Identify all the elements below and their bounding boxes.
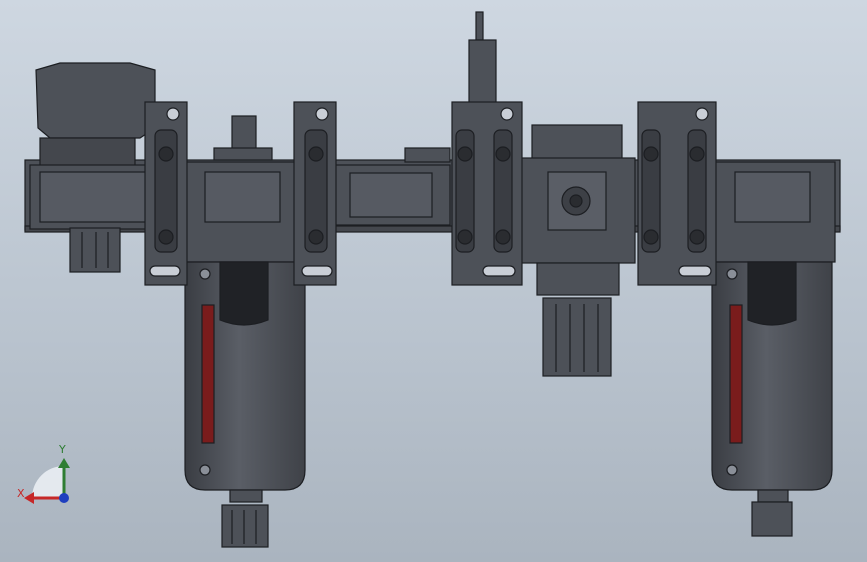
- filter-2-sight-glass: [729, 304, 743, 444]
- filter-1-sight-glass: [201, 304, 215, 444]
- clamp-bracket-4[interactable]: [637, 101, 717, 286]
- solenoid-port-face: [39, 171, 149, 223]
- clamp-bracket-2[interactable]: [293, 101, 337, 286]
- solenoid-connector: [39, 137, 136, 167]
- filter-2-drain-plug[interactable]: [751, 501, 793, 537]
- y-axis-label: Y: [59, 443, 66, 456]
- spacer-top-tab: [404, 147, 451, 163]
- filter-1-drain-knob[interactable]: [221, 504, 269, 548]
- filter-2-screw-bottom: [726, 464, 738, 476]
- x-axis-label: X: [17, 487, 25, 500]
- regulator-gauge-hole: [569, 194, 583, 208]
- regulator-neck: [536, 262, 620, 296]
- filter-1-screw-bottom: [199, 464, 211, 476]
- frl-unit-model[interactable]: [0, 0, 867, 562]
- graphics-viewport[interactable]: X Y: [0, 0, 867, 562]
- clamp-bracket-3[interactable]: [451, 101, 523, 286]
- pressure-pin-tip: [475, 11, 484, 41]
- filter-2-head-face: [734, 171, 811, 223]
- clamp-bracket-1[interactable]: [144, 101, 188, 286]
- filter-1-drain-neck: [229, 489, 263, 503]
- filter-2-screw-top: [726, 268, 738, 280]
- solenoid-fitting: [69, 227, 121, 273]
- filter-1-bowl-window: [219, 261, 269, 326]
- filter-2-bowl-window: [747, 261, 797, 326]
- spacer-window: [349, 172, 433, 218]
- filter-1-head-face: [204, 171, 281, 223]
- filter-2-drain-neck: [757, 489, 789, 503]
- regulator-adjust-knob[interactable]: [542, 297, 612, 377]
- x-axis-arrow-icon: [24, 492, 34, 504]
- coordinate-triad: X Y: [10, 440, 80, 510]
- y-axis-arrow-icon: [58, 458, 70, 468]
- z-axis-dot-icon: [59, 493, 69, 503]
- solenoid-coil[interactable]: [35, 62, 156, 139]
- filter-1-cap-base: [213, 147, 273, 161]
- filter-1-screw-top: [199, 268, 211, 280]
- triad-plane-icon: [32, 466, 64, 498]
